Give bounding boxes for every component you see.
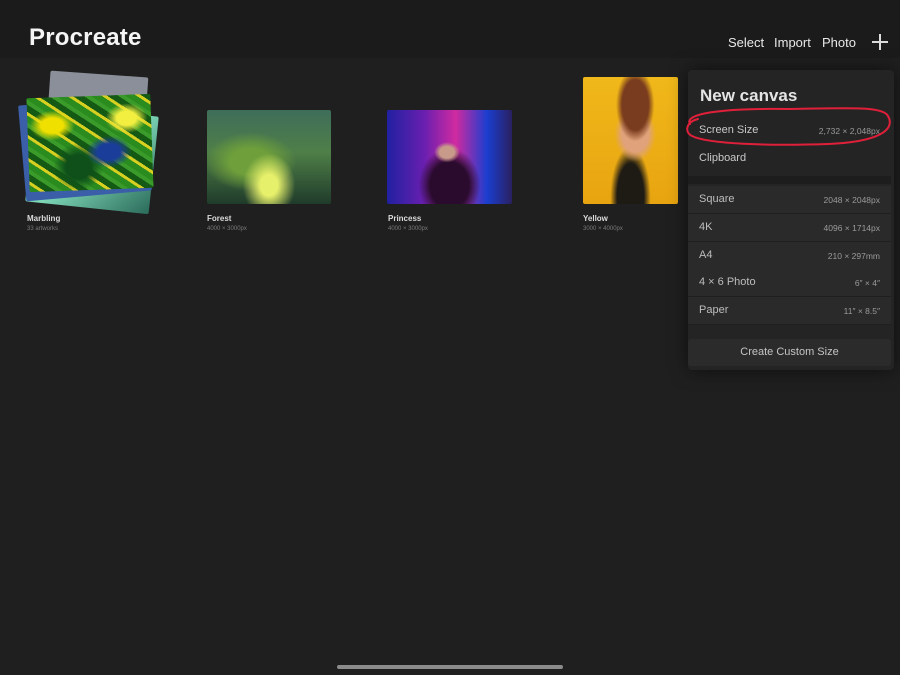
gallery-item-yellow[interactable] — [583, 77, 678, 204]
option-dimensions: 6″ × 4″ — [854, 278, 880, 288]
option-name: Clipboard — [699, 152, 747, 164]
artwork-subtitle: 4000 × 3000px — [388, 226, 428, 232]
canvas-preset-paper[interactable]: Paper 11″ × 8.5″ — [688, 297, 891, 325]
canvas-option-clipboard[interactable]: Clipboard — [688, 145, 891, 172]
section-divider — [688, 176, 891, 184]
option-dimensions: 4096 × 1714px — [823, 223, 880, 233]
gallery-item-princess[interactable] — [387, 110, 512, 204]
create-custom-size-button[interactable]: Create Custom Size — [688, 339, 891, 366]
artwork-title: Marbling — [27, 214, 61, 223]
option-dimensions: 210 × 297mm — [827, 251, 880, 261]
option-name: Screen Size — [699, 124, 759, 136]
option-dimensions: 2,732 × 2,048px — [818, 126, 880, 136]
artwork-title: Yellow — [583, 214, 608, 223]
option-name: 4 × 6 Photo — [699, 276, 756, 288]
canvas-preset-a4[interactable]: A4 210 × 297mm — [688, 242, 891, 270]
option-dimensions: 2048 × 2048px — [823, 195, 880, 205]
import-button[interactable]: Import — [774, 35, 811, 50]
artwork-thumbnail[interactable] — [26, 93, 154, 193]
plus-icon[interactable] — [872, 34, 888, 50]
option-name: 4K — [699, 221, 713, 233]
artwork-subtitle: 3000 × 4000px — [583, 226, 623, 232]
artwork-title: Forest — [207, 214, 232, 223]
select-button[interactable]: Select — [728, 35, 764, 50]
option-name: A4 — [699, 249, 713, 261]
artwork-title: Princess — [388, 214, 422, 223]
canvas-preset-square[interactable]: Square 2048 × 2048px — [688, 186, 891, 214]
app-title: Procreate — [29, 24, 142, 51]
option-dimensions: 11″ × 8.5″ — [843, 306, 880, 316]
canvas-preset-4k[interactable]: 4K 4096 × 1714px — [688, 214, 891, 242]
option-name: Square — [699, 193, 735, 205]
gallery-item-forest[interactable] — [207, 110, 331, 204]
canvas-preset-photo[interactable]: 4 × 6 Photo 6″ × 4″ — [688, 269, 891, 297]
artwork-subtitle: 4000 × 3000px — [207, 226, 247, 232]
option-name: Paper — [699, 304, 729, 316]
home-indicator — [337, 665, 563, 669]
photo-button[interactable]: Photo — [822, 35, 856, 50]
artwork-subtitle: 33 artworks — [27, 226, 59, 232]
canvas-option-screen-size[interactable]: Screen Size 2,732 × 2,048px — [688, 117, 891, 144]
new-canvas-title: New canvas — [700, 86, 798, 105]
